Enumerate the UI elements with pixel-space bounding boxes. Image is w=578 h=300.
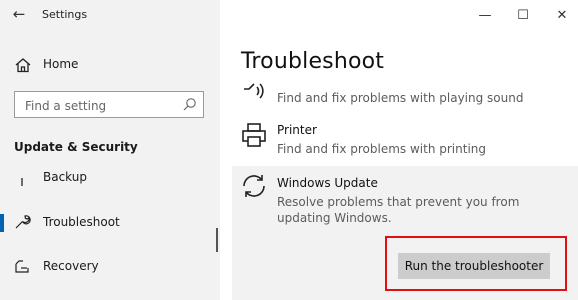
maximize-icon: ☐ — [517, 7, 529, 23]
sidebar-item-label: Troubleshoot — [43, 215, 120, 229]
sidebar-item-label: Recovery — [43, 259, 99, 273]
scroll-fade — [232, 70, 578, 80]
backup-icon — [21, 178, 23, 186]
back-button[interactable]: ← — [8, 3, 30, 25]
close-button[interactable]: ✕ — [542, 0, 578, 30]
wrench-icon — [15, 215, 31, 229]
sidebar-item-label: Home — [43, 57, 79, 71]
highlight-annotation — [385, 236, 567, 291]
printer-icon — [242, 123, 266, 147]
search-icon[interactable] — [182, 97, 197, 112]
search-input[interactable] — [23, 96, 177, 116]
sidebar-scrollbar[interactable] — [216, 228, 218, 252]
minimize-button[interactable]: — — [465, 0, 505, 30]
app-title: Settings — [42, 8, 88, 21]
tile-description: Resolve problems that prevent you from u… — [277, 195, 520, 225]
sidebar-item-backup[interactable]: Backup — [0, 164, 220, 186]
section-heading: Update & Security — [14, 140, 138, 154]
maximize-button[interactable]: ☐ — [503, 0, 543, 30]
sidebar-item-home[interactable]: Home — [0, 50, 220, 80]
recovery-icon — [15, 260, 29, 273]
search-field[interactable] — [14, 91, 204, 118]
home-icon — [15, 58, 31, 73]
sidebar-item-label: Backup — [43, 170, 87, 184]
speaker-icon — [244, 83, 264, 99]
sidebar-item-recovery[interactable]: Recovery — [0, 249, 220, 283]
tile-name: Windows Update — [277, 176, 378, 190]
back-arrow-icon: ← — [12, 5, 26, 23]
close-icon: ✕ — [556, 7, 568, 23]
tile-description: Find and fix problems with playing sound — [277, 91, 524, 105]
titlebar-left: ← Settings — [0, 0, 220, 30]
tile-description: Find and fix problems with printing — [277, 142, 487, 156]
minimize-icon: — — [478, 7, 492, 23]
tile-name: Printer — [277, 123, 317, 137]
sidebar-item-troubleshoot[interactable]: Troubleshoot — [0, 205, 220, 239]
troubleshooter-tile-printer[interactable]: Printer Find and fix problems with print… — [232, 118, 578, 164]
refresh-icon — [243, 175, 265, 197]
sidebar: ← Settings Home Update & Security Backup… — [0, 0, 220, 300]
